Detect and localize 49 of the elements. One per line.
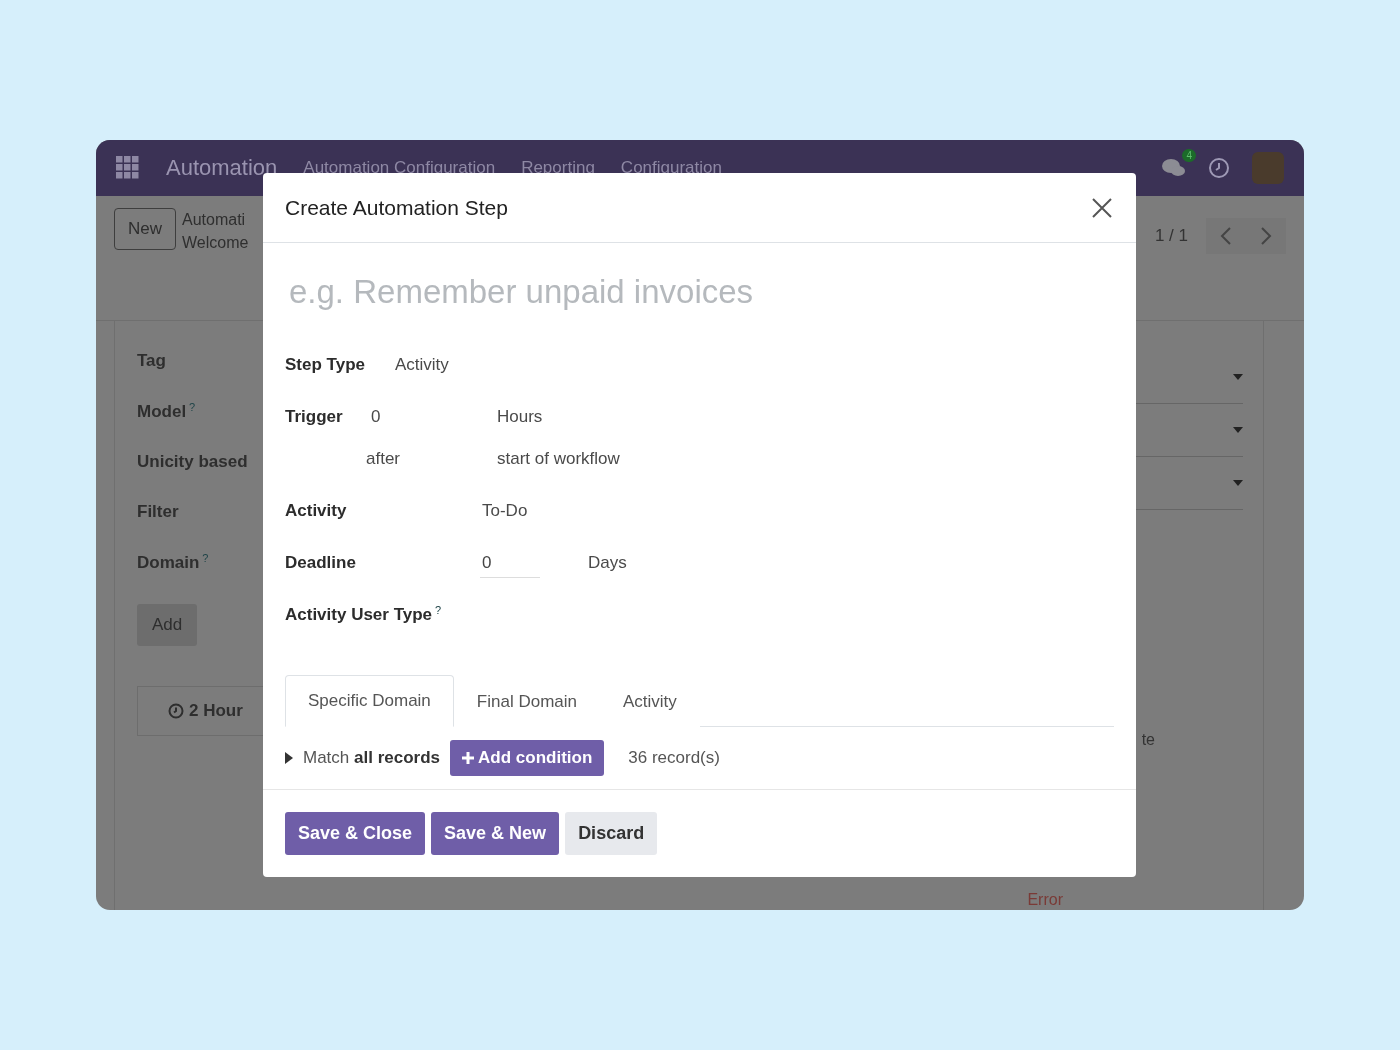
- field-value[interactable]: Hours: [497, 407, 543, 427]
- expand-caret-icon[interactable]: [285, 752, 293, 764]
- caret-icon: [1233, 480, 1243, 486]
- field-label: Deadline: [285, 553, 357, 573]
- plus-icon: [462, 752, 475, 764]
- field-value[interactable]: Days: [588, 553, 627, 573]
- caret-icon: [1233, 374, 1243, 380]
- clock-icon[interactable]: [1208, 157, 1230, 179]
- field-label: Filter: [137, 502, 179, 522]
- field-label: Trigger: [285, 407, 344, 427]
- field-value[interactable]: Activity: [395, 355, 449, 375]
- save-button[interactable]: Save & Close: [285, 812, 426, 855]
- close-icon: [1092, 197, 1112, 218]
- caret-icon: [1233, 427, 1243, 433]
- previous-button[interactable]: [1206, 218, 1246, 254]
- field-label: Step Type: [285, 355, 366, 375]
- field-value[interactable]: after: [366, 449, 497, 469]
- field-label: Tag: [137, 351, 166, 370]
- next-button[interactable]: [1246, 218, 1286, 254]
- dialog-title: Create Automation Step: [285, 195, 508, 220]
- help-mark: ?: [202, 552, 209, 565]
- domain-summary-text: Match all records: [303, 748, 441, 768]
- column-text: te: [1141, 731, 1155, 749]
- chat-bubbles-icon[interactable]: [1162, 157, 1186, 179]
- help-mark: ?: [189, 401, 196, 413]
- chevron-left-icon: [1220, 227, 1232, 245]
- clock-icon: [168, 702, 184, 719]
- add-condition-button[interactable]: Add condition: [450, 740, 605, 776]
- record-count-text: 36 record(s): [628, 748, 720, 768]
- field-label: Model: [137, 402, 187, 422]
- help-mark: ?: [435, 604, 442, 617]
- message-count-badge: 4: [1182, 149, 1196, 162]
- close-button[interactable]: [1090, 195, 1114, 220]
- duration-text: 2 Hour: [189, 700, 243, 721]
- apps-grid-icon[interactable]: [116, 156, 140, 180]
- field-label: Activity User Type: [285, 605, 433, 625]
- field-label: Domain: [137, 553, 200, 573]
- app-name[interactable]: Automation: [166, 155, 278, 181]
- tab[interactable]: Specific Domain: [285, 675, 454, 727]
- save-button[interactable]: Save & New: [431, 812, 560, 855]
- field-value[interactable]: To-Do: [482, 501, 528, 521]
- chevron-right-icon: [1260, 227, 1272, 245]
- pager-text: 1 / 1: [1154, 226, 1188, 246]
- field-label: Activity: [285, 501, 348, 521]
- discard-button[interactable]: Discard: [565, 812, 658, 855]
- error-text: Error: [1027, 891, 1063, 909]
- field-value[interactable]: start of workflow: [497, 449, 620, 469]
- field-label: Unicity based: [137, 452, 248, 472]
- field-value[interactable]: 0: [371, 407, 497, 427]
